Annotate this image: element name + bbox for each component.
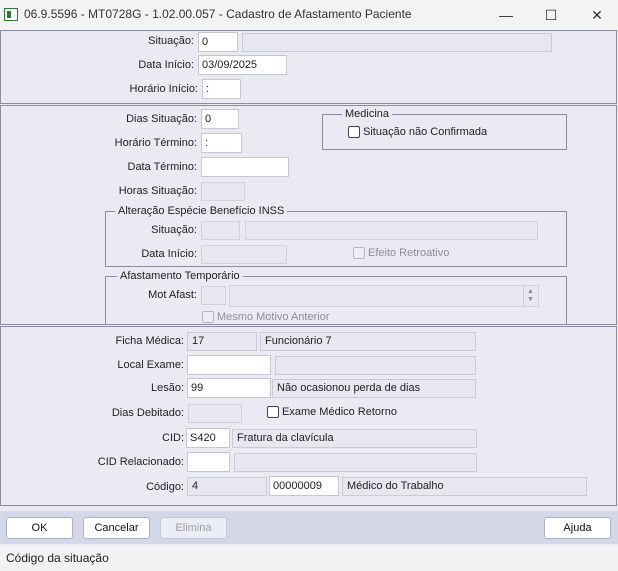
status-bar: Código da situação [0, 546, 618, 571]
ficha-medica-label: Ficha Médica: [115, 335, 184, 347]
inss-data-inicio-label: Data Início: [141, 248, 197, 260]
horas-situacao-label: Horas Situação: [118, 185, 197, 197]
codigo-label: Código: [146, 481, 184, 493]
inss-data-inicio-field [201, 245, 287, 264]
data-inicio-label: Data Início: [138, 59, 194, 71]
close-icon: ✕ [591, 6, 603, 23]
cid-relacionado-input[interactable] [187, 452, 230, 472]
situacao-nao-confirmada-checkbox[interactable]: Situação não Confirmada [348, 126, 487, 138]
situacao-nao-confirmada-label: Situação não Confirmada [363, 126, 488, 138]
exame-medico-retorno-checkbox[interactable]: Exame Médico Retorno [267, 406, 397, 418]
app-icon [4, 8, 18, 21]
close-button[interactable]: ✕ [577, 3, 617, 27]
ok-button[interactable]: OK [6, 517, 73, 539]
medicina-group-title: Medicina [342, 108, 393, 120]
afastamento-temporario-title: Afastamento Temporário [117, 270, 243, 282]
maximize-icon: ☐ [544, 6, 558, 23]
mot-afast-label: Mot Afast: [148, 289, 197, 301]
lesao-input[interactable]: 99 [187, 378, 271, 398]
horario-inicio-label: Horário Início: [129, 83, 198, 95]
ficha-medica-description: Funcionário 7 [260, 332, 476, 351]
horas-situacao-field [201, 182, 245, 201]
mot-afast-scroll[interactable]: ▲ ▼ [523, 286, 537, 306]
inss-group-title: Alteração Espécie Benefício INSS [115, 205, 288, 217]
cid-relacionado-label: CID Relacionado: [97, 456, 184, 468]
minimize-button[interactable]: — [486, 3, 526, 27]
cid-description: Fratura da clavícula [232, 429, 477, 448]
ajuda-button[interactable]: Ajuda [544, 517, 611, 539]
dias-debitado-label: Dias Debitado: [111, 407, 184, 419]
elimina-button[interactable]: Elimina [160, 517, 227, 539]
ficha-medica-field: 17 [187, 332, 257, 351]
title-bar: 06.9.5596 - MT0728G - 1.02.00.057 - Cada… [0, 0, 618, 30]
codigo-field: 4 [187, 477, 267, 496]
dias-debitado-field [188, 404, 242, 423]
situacao-label: Situação: [148, 35, 194, 47]
lesao-label: Lesão: [150, 382, 184, 394]
data-termino-label: Data Término: [127, 161, 198, 173]
window-title: 06.9.5596 - MT0728G - 1.02.00.057 - Cada… [24, 7, 412, 21]
mesmo-motivo-anterior-label: Mesmo Motivo Anterior [217, 311, 330, 323]
horario-inicio-input[interactable]: : [202, 79, 241, 99]
local-exame-description [275, 356, 476, 375]
cid-label: CID: [162, 432, 184, 444]
dias-situacao-input[interactable]: 0 [201, 109, 239, 129]
horario-termino-label: Horário Término: [114, 137, 197, 149]
data-inicio-input[interactable]: 03/09/2025 [198, 55, 287, 75]
local-exame-input[interactable] [187, 355, 271, 375]
scroll-down-icon: ▼ [527, 296, 534, 303]
data-termino-input[interactable] [201, 157, 289, 177]
cid-relacionado-description [234, 453, 477, 472]
cancelar-button[interactable]: Cancelar [83, 517, 150, 539]
situacao-input[interactable]: 0 [198, 32, 238, 52]
horario-termino-input[interactable]: : [201, 133, 242, 153]
scroll-up-icon: ▲ [527, 288, 534, 295]
minimize-icon: — [499, 7, 513, 23]
checkbox-icon [348, 126, 360, 138]
codigo-number-input[interactable]: 00000009 [269, 476, 339, 496]
checkbox-icon [202, 311, 214, 323]
codigo-description: Médico do Trabalho [342, 477, 587, 496]
mot-afast-description [229, 285, 539, 307]
inss-situacao-field [201, 221, 240, 240]
dias-situacao-label: Dias Situação: [126, 113, 197, 125]
checkbox-icon [353, 247, 365, 259]
local-exame-label: Local Exame: [117, 359, 184, 371]
efeito-retroativo-checkbox[interactable]: Efeito Retroativo [353, 247, 449, 259]
mesmo-motivo-anterior-checkbox[interactable]: Mesmo Motivo Anterior [202, 311, 329, 323]
mot-afast-field [201, 286, 226, 305]
efeito-retroativo-label: Efeito Retroativo [368, 247, 450, 259]
exame-medico-retorno-label: Exame Médico Retorno [282, 406, 397, 418]
maximize-button[interactable]: ☐ [531, 3, 571, 27]
inss-situacao-description [245, 221, 538, 240]
lesao-description: Não ocasionou perda de dias [272, 379, 476, 398]
checkbox-icon [267, 406, 279, 418]
situacao-description [242, 33, 552, 52]
inss-situacao-label: Situação: [151, 224, 197, 236]
cid-input[interactable]: S420 [186, 428, 230, 448]
